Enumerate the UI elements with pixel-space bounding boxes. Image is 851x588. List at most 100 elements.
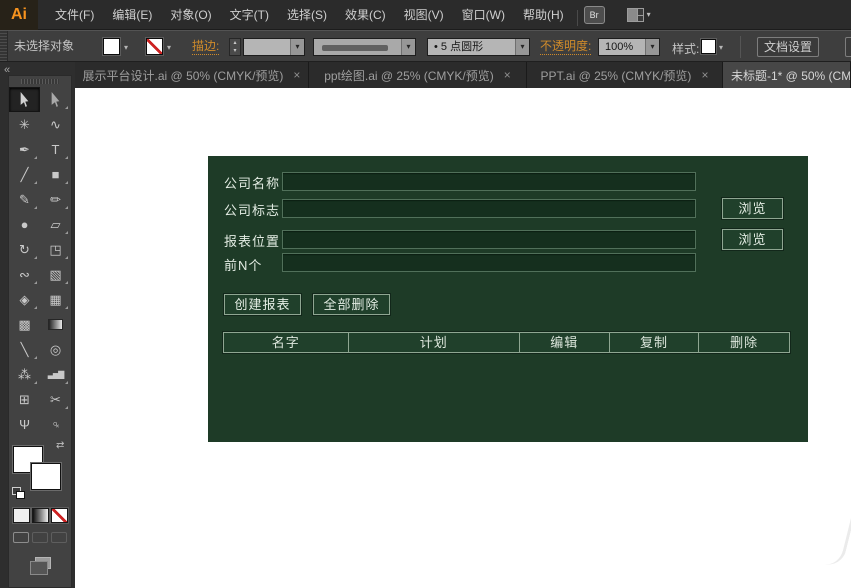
- workspace-dropdown-arrow-icon[interactable]: ▾: [647, 10, 651, 19]
- tools-panel: ✳ ∿ ✒ T ╱ ■ ✎ ✏ ● ▱ ↻ ◳ ∾ ▧ ◈ ▦ ▩ ╲ ◎ ⁂: [8, 75, 72, 588]
- tool-perspective-grid[interactable]: ▦: [40, 287, 71, 312]
- tools-panel-grip[interactable]: [21, 79, 59, 84]
- artboard-canvas[interactable]: 公司名称 公司标志 浏览 报表位置 浏览 前N个 创建报表 全部删除 名字 计划…: [75, 88, 851, 588]
- menu-help[interactable]: 帮助(H): [514, 0, 573, 30]
- tool-pen[interactable]: ✒: [9, 137, 40, 162]
- stepper-down-icon[interactable]: ▾: [230, 47, 240, 55]
- tool-scale[interactable]: ◳: [40, 237, 71, 262]
- opacity-select[interactable]: 100% ▾: [598, 38, 660, 56]
- style-dropdown-arrow-icon[interactable]: ▾: [719, 43, 723, 52]
- tool-selection[interactable]: [9, 87, 40, 112]
- tool-column-graph[interactable]: ▃▅▇: [40, 362, 71, 387]
- create-report-button[interactable]: 创建报表: [224, 294, 301, 315]
- draw-behind-icon[interactable]: [32, 532, 48, 543]
- column-graph-icon: ▃▅▇: [48, 370, 63, 379]
- bridge-launcher-icon[interactable]: Br: [584, 6, 605, 24]
- brush-arrow-icon[interactable]: ▾: [515, 39, 529, 55]
- menu-effect[interactable]: 效果(C): [336, 0, 395, 30]
- tool-width[interactable]: ∾: [9, 262, 40, 287]
- tool-rotate[interactable]: ↻: [9, 237, 40, 262]
- tool-gradient[interactable]: [40, 312, 71, 337]
- opacity-value: 100%: [605, 39, 633, 55]
- stroke-weight-arrow-icon[interactable]: ▾: [290, 39, 304, 55]
- tool-magic-wand[interactable]: ✳: [9, 112, 40, 137]
- close-icon[interactable]: ×: [293, 68, 300, 82]
- width-profile-arrow-icon[interactable]: ▾: [401, 39, 415, 55]
- column-header-copy[interactable]: 复制: [610, 333, 700, 352]
- browse-logo-button[interactable]: 浏览: [722, 198, 783, 219]
- color-mode-button[interactable]: [13, 508, 30, 523]
- brush-definition-select[interactable]: • 5 点圆形 ▾: [427, 38, 530, 56]
- tool-artboard[interactable]: ⊞: [9, 387, 40, 412]
- tab-document-4-active[interactable]: 未标题-1* @ 50% (CMYK/预览): [723, 62, 851, 88]
- fill-color-swatch[interactable]: [103, 38, 120, 55]
- tool-lasso[interactable]: ∿: [40, 112, 71, 137]
- menu-select[interactable]: 选择(S): [278, 0, 336, 30]
- tool-pencil[interactable]: ✏: [40, 187, 71, 212]
- tool-slice[interactable]: ✂: [40, 387, 71, 412]
- menu-file[interactable]: 文件(F): [46, 0, 103, 30]
- menu-edit[interactable]: 编辑(E): [103, 0, 161, 30]
- tool-mesh[interactable]: ▩: [9, 312, 40, 337]
- width-profile-select[interactable]: ▾: [313, 38, 416, 56]
- tool-free-transform[interactable]: ▧: [40, 262, 71, 287]
- tool-symbol-sprayer[interactable]: ⁂: [9, 362, 40, 387]
- stroke-weight-stepper[interactable]: ▴ ▾: [229, 38, 241, 56]
- tool-line-segment[interactable]: ╱: [9, 162, 40, 187]
- stroke-dropdown-arrow-icon[interactable]: ▾: [167, 43, 171, 52]
- tool-eraser[interactable]: ▱: [40, 212, 71, 237]
- app-logo-icon: Ai: [0, 0, 38, 30]
- preferences-button-partial[interactable]: [845, 37, 851, 57]
- tool-blob-brush[interactable]: ●: [9, 212, 40, 237]
- tool-blend[interactable]: ◎: [40, 337, 71, 362]
- panel-grip[interactable]: [0, 31, 8, 61]
- tab-document-3[interactable]: PPT.ai @ 25% (CMYK/预览) ×: [527, 62, 723, 88]
- default-fill-stroke-icon[interactable]: [12, 487, 26, 500]
- document-setup-button[interactable]: 文档设置: [757, 37, 819, 57]
- menu-window[interactable]: 窗口(W): [453, 0, 514, 30]
- tool-type[interactable]: T: [40, 137, 71, 162]
- stroke-indicator-swatch[interactable]: [31, 463, 61, 490]
- tool-eyedropper[interactable]: ╲: [9, 337, 40, 362]
- column-header-delete[interactable]: 删除: [699, 333, 789, 352]
- tool-direct-selection[interactable]: [40, 87, 71, 112]
- menu-view[interactable]: 视图(V): [395, 0, 453, 30]
- menubar-separator: [577, 10, 578, 26]
- stroke-color-swatch[interactable]: [146, 38, 163, 55]
- opacity-arrow-icon[interactable]: ▾: [645, 39, 659, 55]
- delete-all-button[interactable]: 全部删除: [313, 294, 390, 315]
- company-name-input[interactable]: [282, 172, 696, 191]
- menu-type[interactable]: 文字(T): [221, 0, 278, 30]
- company-logo-input[interactable]: [282, 199, 696, 218]
- draw-inside-icon[interactable]: [51, 532, 67, 543]
- tool-hand[interactable]: Ψ: [9, 412, 40, 437]
- opacity-panel-link[interactable]: 不透明度:: [540, 39, 591, 55]
- style-swatch[interactable]: [701, 39, 716, 54]
- column-header-plan[interactable]: 计划: [349, 333, 520, 352]
- close-icon[interactable]: ×: [504, 68, 511, 82]
- stroke-weight-select[interactable]: ▾: [243, 38, 305, 56]
- gradient-mode-button[interactable]: [32, 508, 49, 523]
- draw-normal-icon[interactable]: [13, 532, 29, 543]
- tab-document-1[interactable]: 展示平台设计.ai @ 50% (CMYK/预览) ×: [75, 62, 309, 88]
- close-icon[interactable]: ×: [701, 68, 708, 82]
- fill-dropdown-arrow-icon[interactable]: ▾: [124, 43, 128, 52]
- browse-report-button[interactable]: 浏览: [722, 229, 783, 250]
- column-header-edit[interactable]: 编辑: [520, 333, 610, 352]
- screen-mode-icon[interactable]: [35, 557, 51, 569]
- none-mode-button[interactable]: [51, 508, 68, 523]
- tool-zoom[interactable]: ♀: [40, 412, 71, 437]
- first-n-input[interactable]: [282, 253, 696, 272]
- tab-document-2[interactable]: ppt绘图.ai @ 25% (CMYK/预览) ×: [309, 62, 527, 88]
- tool-rectangle[interactable]: ■: [40, 162, 71, 187]
- report-location-input[interactable]: [282, 230, 696, 249]
- tool-paintbrush[interactable]: ✎: [9, 187, 40, 212]
- workspace-switcher-icon[interactable]: [627, 8, 644, 22]
- swap-fill-stroke-icon[interactable]: ⇄: [56, 440, 64, 451]
- stroke-panel-link[interactable]: 描边:: [192, 39, 219, 55]
- tool-shape-builder[interactable]: ◈: [9, 287, 40, 312]
- column-header-name[interactable]: 名字: [224, 333, 349, 352]
- left-dock: « ✳ ∿ ✒ T ╱ ■ ✎ ✏ ● ▱ ↻ ◳ ∾ ▧ ◈ ▦: [0, 62, 75, 588]
- menu-object[interactable]: 对象(O): [161, 0, 220, 30]
- stepper-up-icon[interactable]: ▴: [230, 39, 240, 47]
